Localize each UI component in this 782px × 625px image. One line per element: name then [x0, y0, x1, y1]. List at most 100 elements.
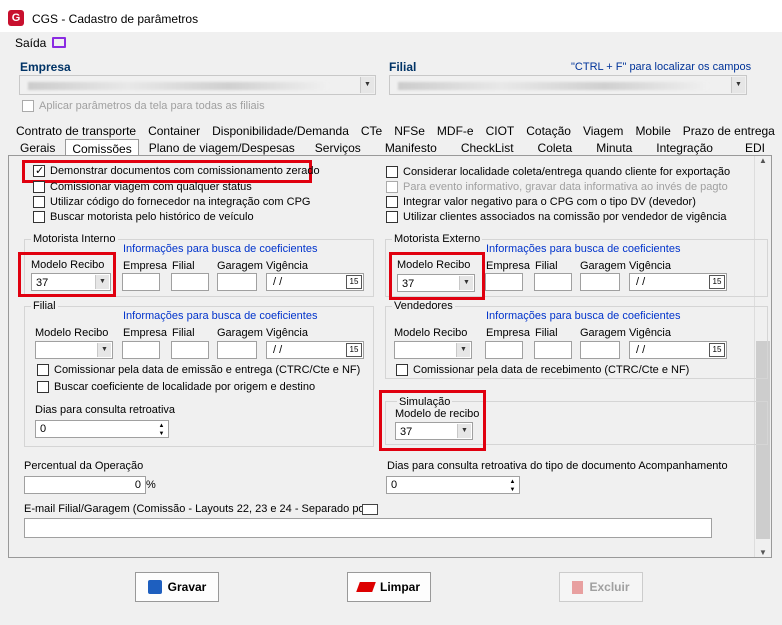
check-filial-coef-localidade[interactable]: Buscar coeficiente de localidade por ori… — [37, 381, 315, 393]
spinner-arrows-icon[interactable]: ▲ ▼ — [156, 422, 167, 437]
dias-retroativa-spinner[interactable]: 0 ▲ ▼ — [35, 420, 169, 438]
checkbox-box[interactable] — [33, 164, 45, 177]
motorista-externo-modelo-combo[interactable]: 37 ▼ — [397, 274, 475, 292]
floppy-disk-icon — [147, 580, 162, 594]
vigencia-date-input[interactable]: / / 15 — [629, 273, 727, 291]
filial-input[interactable] — [534, 273, 572, 291]
empresa-input[interactable] — [122, 341, 160, 359]
clear-button[interactable]: Limpar — [347, 572, 431, 602]
tab-container[interactable]: Container — [142, 122, 206, 140]
menu-exit[interactable]: Saída — [15, 36, 46, 50]
vigencia-field-label: Vigência — [266, 260, 308, 272]
eraser-icon — [356, 582, 376, 592]
search-hint: "CTRL + F" para localizar os campos — [571, 61, 752, 73]
chevron-down-icon[interactable]: ▼ — [95, 275, 109, 289]
save-button[interactable]: Gravar — [135, 572, 219, 602]
tab-contrato[interactable]: Contrato de transporte — [10, 122, 142, 140]
checkbox-box[interactable] — [386, 211, 398, 223]
checkbox-box[interactable] — [33, 196, 45, 208]
check-clientes-associados[interactable]: Utilizar clientes associados na comissão… — [386, 211, 726, 223]
calendar-icon[interactable]: 15 — [709, 343, 725, 357]
garagem-input[interactable] — [217, 341, 257, 359]
filial-field-label: Filial — [535, 327, 558, 339]
envelope-icon[interactable] — [362, 504, 378, 515]
check-considerar-localidade[interactable]: Considerar localidade coleta/entrega qua… — [386, 166, 730, 178]
spinner-arrows-icon[interactable]: ▲ ▼ — [507, 478, 518, 493]
email-input[interactable] — [24, 518, 712, 538]
percentual-label: Percentual da Operação — [24, 460, 144, 472]
vigencia-date-input[interactable]: / / 15 — [266, 341, 364, 359]
tab-disponibilidade[interactable]: Disponibilidade/Demanda — [206, 122, 355, 140]
chevron-down-icon[interactable]: ▼ — [459, 276, 473, 290]
tab-mobile[interactable]: Mobile — [629, 122, 676, 140]
check-demonstrar-zerado[interactable]: Demonstrar documentos com comissionament… — [33, 164, 320, 177]
vigencia-field-label: Vigência — [266, 327, 308, 339]
percentual-input[interactable]: 0 — [24, 476, 146, 494]
checkbox-box[interactable] — [386, 166, 398, 178]
check-codigo-fornecedor[interactable]: Utilizar código do fornecedor na integra… — [33, 196, 310, 208]
filial-field-label: Filial — [535, 260, 558, 272]
dias-retroativa-label: Dias para consulta retroativa — [35, 404, 176, 416]
calendar-icon[interactable]: 15 — [346, 275, 362, 289]
tab-cotacao[interactable]: Cotação — [520, 122, 577, 140]
checkbox-box — [386, 181, 398, 193]
check-comissionar-qualquer-status[interactable]: Comissionar viagem com qualquer status — [33, 181, 252, 193]
filial-modelo-combo[interactable]: ▼ — [35, 341, 113, 359]
dias-doc-spinner[interactable]: 0 ▲ ▼ — [386, 476, 520, 494]
vigencia-field-label: Vigência — [629, 327, 671, 339]
modelo-recibo-label: Modelo Recibo — [35, 327, 109, 339]
filial-combo[interactable]: ▼ — [389, 75, 747, 95]
filial-input[interactable] — [171, 273, 209, 291]
tab-mdfe[interactable]: MDF-e — [431, 122, 480, 140]
calendar-icon[interactable]: 15 — [709, 275, 725, 289]
garagem-input[interactable] — [217, 273, 257, 291]
vigencia-field-label: Vigência — [629, 260, 671, 272]
chevron-down-icon[interactable]: ▼ — [456, 343, 470, 357]
vigencia-date-input[interactable]: / / 15 — [629, 341, 727, 359]
apply-all-checkbox[interactable]: Aplicar parâmetros da tela para todas as… — [22, 100, 265, 112]
coef-info-label: Informações para busca de coeficientes — [486, 243, 681, 255]
check-filial-data-emissao[interactable]: Comissionar pela data de emissão e entre… — [37, 364, 360, 376]
empresa-combo[interactable]: ▼ — [19, 75, 376, 95]
tab-nfse[interactable]: NFSe — [388, 122, 431, 140]
checkbox-box[interactable] — [37, 364, 49, 376]
chevron-down-icon[interactable]: ▼ — [360, 77, 374, 93]
vigencia-date-input[interactable]: / / 15 — [266, 273, 364, 291]
check-evento-informativo: Para evento informativo, gravar data inf… — [386, 181, 728, 193]
window-title: CGS - Cadastro de parâmetros — [32, 12, 199, 26]
filial-input[interactable] — [534, 341, 572, 359]
filial-field-label: Filial — [172, 260, 195, 272]
checkbox-box[interactable] — [37, 381, 49, 393]
empresa-input[interactable] — [485, 341, 523, 359]
chevron-down-icon[interactable]: ▼ — [457, 424, 471, 438]
chevron-down-icon[interactable]: ▼ — [731, 77, 745, 93]
calendar-icon[interactable]: 15 — [346, 343, 362, 357]
checkbox-box[interactable] — [386, 196, 398, 208]
tab-viagem[interactable]: Viagem — [577, 122, 629, 140]
monitor-icon[interactable] — [52, 37, 66, 48]
app-logo-icon: G — [8, 10, 24, 26]
simulacao-modelo-combo[interactable]: 37 ▼ — [395, 422, 473, 440]
checkbox-box[interactable] — [33, 181, 45, 193]
checkbox-box[interactable] — [22, 100, 34, 112]
empresa-input[interactable] — [122, 273, 160, 291]
scroll-up-icon[interactable]: ▲ — [755, 156, 771, 165]
check-buscar-motorista[interactable]: Buscar motorista pelo histórico de veícu… — [33, 211, 254, 223]
tab-prazo[interactable]: Prazo de entrega — [677, 122, 781, 140]
motorista-interno-modelo-combo[interactable]: 37 ▼ — [31, 273, 111, 291]
garagem-input[interactable] — [580, 273, 620, 291]
check-integrar-negativo[interactable]: Integrar valor negativo para o CPG com o… — [386, 196, 696, 208]
filial-input[interactable] — [171, 341, 209, 359]
tab-ciot[interactable]: CIOT — [480, 122, 521, 140]
empresa-value-blurred — [28, 82, 328, 90]
vendedores-modelo-combo[interactable]: ▼ — [394, 341, 472, 359]
checkbox-box[interactable] — [396, 364, 408, 376]
filial-label: Filial — [389, 60, 417, 74]
checkbox-box[interactable] — [33, 211, 45, 223]
garagem-input[interactable] — [580, 341, 620, 359]
tab-cte[interactable]: CTe — [355, 122, 388, 140]
empresa-input[interactable] — [485, 273, 523, 291]
check-vendedores-data-recebimento[interactable]: Comissionar pela data de recebimento (CT… — [396, 364, 689, 376]
chevron-down-icon[interactable]: ▼ — [97, 343, 111, 357]
scroll-down-icon[interactable]: ▼ — [755, 548, 771, 557]
